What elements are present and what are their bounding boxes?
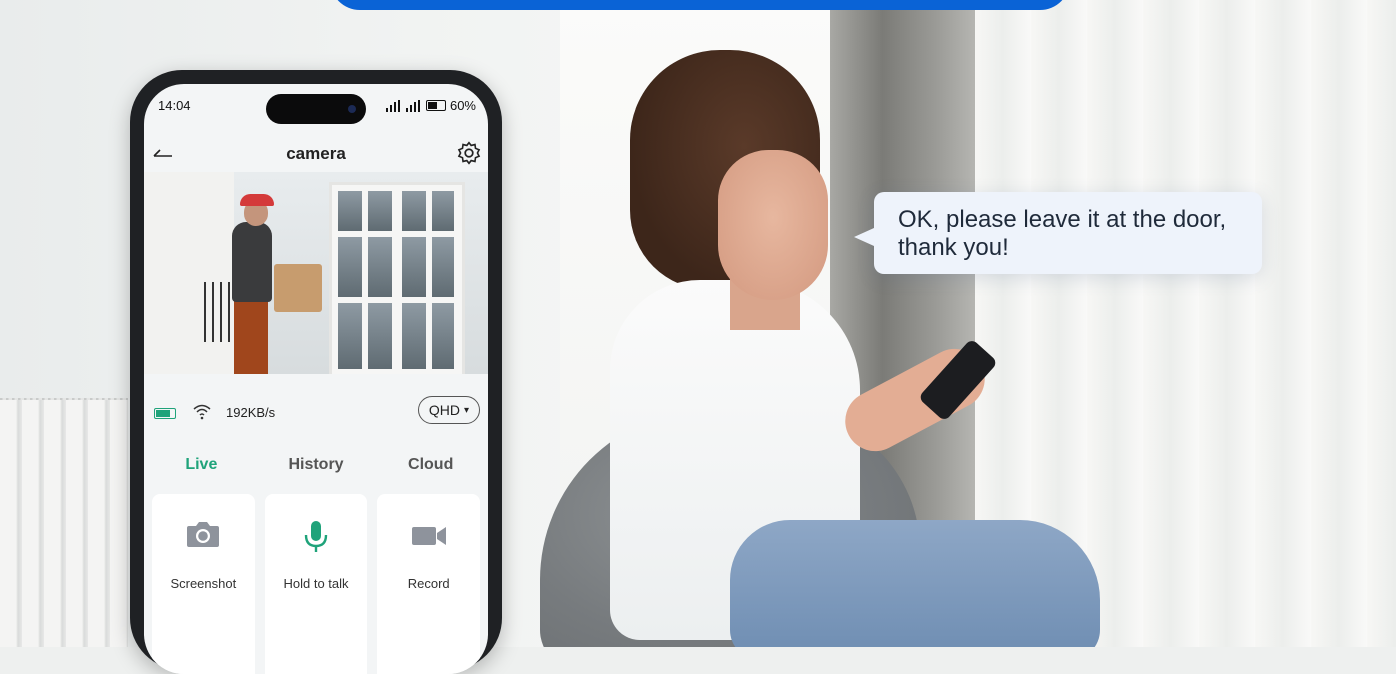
- tab-history[interactable]: History: [259, 456, 374, 486]
- camera-battery-icon: [154, 408, 176, 419]
- tab-bar: Live History Cloud: [144, 456, 488, 486]
- status-bar: 14:04 60%: [144, 84, 488, 128]
- chevron-down-icon: ▾: [464, 404, 470, 416]
- tab-live[interactable]: Live: [144, 456, 259, 486]
- speech-bubble-text: OK, please leave it at the door, thank y…: [898, 206, 1227, 261]
- woman-with-phone: [600, 40, 1100, 647]
- video-camera-icon: [411, 527, 446, 545]
- camera-icon: [187, 522, 220, 547]
- record-label: Record: [407, 576, 450, 591]
- quality-dropdown[interactable]: QHD ▾: [418, 396, 480, 424]
- microphone-icon: [304, 521, 328, 552]
- record-button[interactable]: Record: [377, 494, 481, 674]
- phone-mockup: 14:04 60% camera 192KB/s QHD ▾ Live Hist…: [130, 70, 502, 674]
- page-title: camera: [286, 144, 346, 163]
- gear-icon[interactable]: [456, 140, 482, 166]
- hold-to-talk-label: Hold to talk: [283, 576, 349, 591]
- screenshot-button[interactable]: Screenshot: [152, 494, 255, 674]
- stream-info-row: 192KB/s QHD ▾: [144, 396, 488, 432]
- wifi-icon: [193, 404, 211, 420]
- nav-bar: camera: [144, 136, 488, 176]
- speech-bubble: OK, please leave it at the door, thank y…: [854, 192, 1262, 274]
- status-time: 14:04: [158, 98, 191, 113]
- battery-percent: 60%: [449, 98, 476, 113]
- battery-icon: [425, 100, 446, 111]
- status-indicators: 60%: [384, 98, 476, 113]
- action-cards: Screenshot Hold to talk Record: [152, 494, 481, 674]
- signal-icon: [385, 99, 420, 112]
- video-door: [329, 182, 465, 374]
- phone-screen: 14:04 60% camera 192KB/s QHD ▾ Live Hist…: [144, 84, 488, 674]
- hold-to-talk-button[interactable]: Hold to talk: [264, 494, 368, 674]
- delivery-person: [232, 222, 272, 302]
- tab-cloud[interactable]: Cloud: [373, 456, 488, 486]
- dynamic-island: [266, 94, 366, 124]
- top-banner: [330, 0, 1070, 10]
- quality-label: QHD: [428, 402, 461, 418]
- screenshot-label: Screenshot: [170, 576, 237, 591]
- radiator: [0, 400, 128, 647]
- bitrate-text: 192KB/s: [226, 405, 276, 420]
- live-video-feed[interactable]: [144, 172, 488, 374]
- delivery-bag: [274, 264, 322, 312]
